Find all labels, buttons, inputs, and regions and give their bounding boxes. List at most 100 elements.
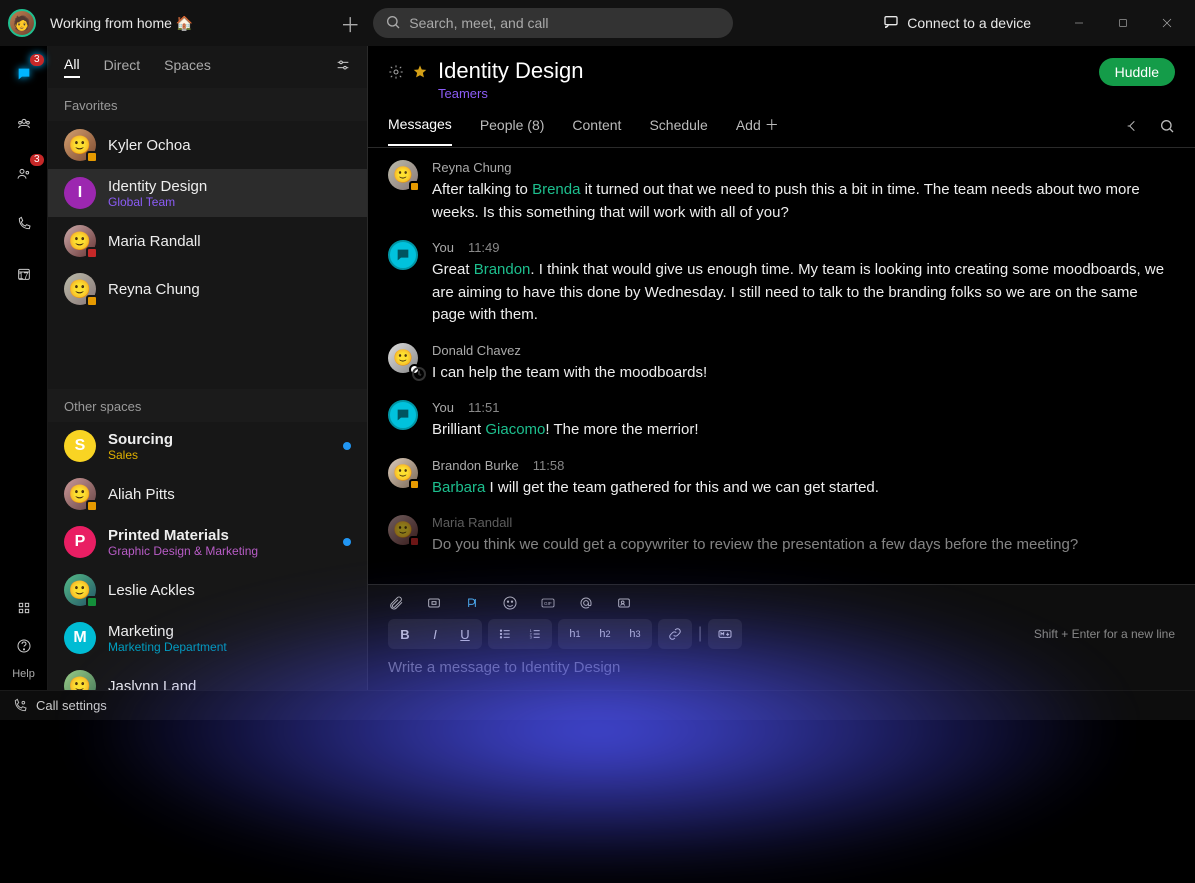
message-author: Brandon Burke11:58 xyxy=(432,458,1175,473)
window-maximize[interactable] xyxy=(1103,7,1143,39)
clock-status-icon xyxy=(409,364,420,375)
sidebar-item-reyna-chung[interactable]: 🙂 Reyna Chung xyxy=(48,265,367,313)
user-avatar[interactable]: 🧑 xyxy=(8,9,36,37)
filter-icon[interactable] xyxy=(335,57,351,78)
status-text[interactable]: Working from home 🏠 xyxy=(50,15,193,32)
conv-tab-schedule[interactable]: Schedule xyxy=(649,117,707,145)
conv-tab-add[interactable]: Add＋ xyxy=(736,115,779,147)
message-time: 11:58 xyxy=(533,458,565,473)
sidebar-item-maria-randall[interactable]: 🙂Maria Randall xyxy=(48,217,367,265)
sidebar-item-title: Identity Design xyxy=(108,178,207,195)
sidebar-item-title: Aliah Pitts xyxy=(108,486,175,503)
sidebar-item-title: Kyler Ochoa xyxy=(108,137,191,154)
message: You11:51Brilliant Giacomo! The more the … xyxy=(388,400,1175,442)
avatar: 🙂 xyxy=(64,273,96,305)
sidebar-item-aliah-pitts[interactable]: 🙂 Aliah Pitts xyxy=(48,470,367,518)
nav-teams[interactable] xyxy=(8,108,40,140)
sidebar-item-subtitle: Graphic Design & Marketing xyxy=(108,544,258,558)
avatar: 🙂 xyxy=(64,129,96,161)
message-avatar: 🙂 xyxy=(388,515,418,545)
message: 🙂 Donald Chavez I can help the team with t… xyxy=(388,343,1175,385)
message-author: Maria Randall xyxy=(432,515,1175,530)
section-other: Other spaces xyxy=(48,389,367,422)
decorative-glow xyxy=(0,600,1195,860)
cast-icon xyxy=(883,14,899,33)
message-author: Reyna Chung xyxy=(432,160,1175,175)
chat-badge: 3 xyxy=(30,54,44,66)
contacts-badge: 3 xyxy=(30,154,44,166)
message-avatar: 🙂 xyxy=(388,458,418,488)
mention[interactable]: Barbara xyxy=(432,479,485,496)
conv-tab-people[interactable]: People (8) xyxy=(480,117,545,145)
presence-status xyxy=(409,536,420,547)
presence-status xyxy=(86,295,98,307)
connect-device-label: Connect to a device xyxy=(907,15,1031,31)
panel-icon[interactable] xyxy=(1125,118,1141,134)
conv-tab-content[interactable]: Content xyxy=(572,117,621,145)
message-author: You11:49 xyxy=(432,240,1175,255)
presence-status xyxy=(409,479,420,490)
presence-status xyxy=(86,151,98,163)
message-text: Do you think we could get a copywriter t… xyxy=(432,534,1175,557)
settings-icon[interactable] xyxy=(388,64,404,80)
search-input[interactable]: Search, meet, and call xyxy=(373,8,733,38)
sidebar-item-title: Reyna Chung xyxy=(108,281,200,298)
unread-dot xyxy=(343,442,351,450)
nav-contacts[interactable]: 3 xyxy=(8,158,40,190)
mention[interactable]: Giacomo xyxy=(485,421,545,438)
message-time: 11:49 xyxy=(468,240,500,255)
new-action-button[interactable]: ＋ xyxy=(335,8,365,38)
section-favorites: Favorites xyxy=(48,88,367,121)
tab-spaces[interactable]: Spaces xyxy=(164,57,211,77)
message-avatar: 🙂 xyxy=(388,160,418,190)
sidebar-item-title: Printed Materials xyxy=(108,527,258,544)
window-close[interactable] xyxy=(1147,7,1187,39)
conv-tab-messages[interactable]: Messages xyxy=(388,116,452,146)
message-text: After talking to Brenda it turned out th… xyxy=(432,179,1175,224)
search-placeholder: Search, meet, and call xyxy=(409,15,548,31)
nav-calls[interactable] xyxy=(8,208,40,240)
message-text: I can help the team with the moodboards! xyxy=(432,362,1175,385)
connect-device-button[interactable]: Connect to a device xyxy=(875,14,1039,33)
search-icon xyxy=(385,14,401,33)
sidebar-item-title: Maria Randall xyxy=(108,233,201,250)
message-author: Donald Chavez xyxy=(432,343,1175,358)
mention[interactable]: Brandon xyxy=(474,261,531,278)
message-avatar: 🙂 xyxy=(388,343,418,373)
message-text: Barbara I will get the team gathered for… xyxy=(432,477,1175,500)
message: 🙂 Reyna Chung After talking to Brenda it t… xyxy=(388,160,1175,224)
message-avatar xyxy=(388,240,418,270)
sidebar-item-subtitle: Sales xyxy=(108,448,173,462)
nav-calendar[interactable]: 17 xyxy=(8,258,40,290)
window-minimize[interactable] xyxy=(1059,7,1099,39)
sidebar-item-subtitle: Global Team xyxy=(108,195,207,209)
message-text: Brilliant Giacomo! The more the merrior! xyxy=(432,419,1175,442)
sidebar-item-printed-materials[interactable]: P Printed MaterialsGraphic Design & Marke… xyxy=(48,518,367,566)
calendar-day: 17 xyxy=(18,271,28,281)
conv-search-icon[interactable] xyxy=(1159,118,1175,134)
message-avatar xyxy=(388,400,418,430)
avatar: I xyxy=(64,177,96,209)
avatar: 🙂 xyxy=(64,478,96,510)
message-text: Great Brandon. I think that would give u… xyxy=(432,259,1175,327)
favorite-star-icon[interactable] xyxy=(412,64,428,80)
conversation-team[interactable]: Teamers xyxy=(438,86,584,101)
sidebar-item-identity-design[interactable]: I Identity DesignGlobal Team xyxy=(48,169,367,217)
message-time: 11:51 xyxy=(468,400,500,415)
tab-all[interactable]: All xyxy=(64,56,80,78)
presence-status xyxy=(86,247,98,259)
sidebar-item-kyler-ochoa[interactable]: 🙂 Kyler Ochoa xyxy=(48,121,367,169)
nav-chat[interactable]: 3 xyxy=(8,58,40,90)
avatar: P xyxy=(64,526,96,558)
message: 🙂 Brandon Burke11:58 Barbara I will get th… xyxy=(388,458,1175,500)
mention[interactable]: Brenda xyxy=(532,181,580,198)
sidebar-item-sourcing[interactable]: S SourcingSales xyxy=(48,422,367,470)
message: You11:49 Great Brandon. I think that woul… xyxy=(388,240,1175,327)
huddle-button[interactable]: Huddle xyxy=(1099,58,1175,86)
presence-status xyxy=(409,181,420,192)
tab-direct[interactable]: Direct xyxy=(104,57,141,77)
conversation-title: Identity Design xyxy=(438,58,584,84)
message: 🙂 Maria Randall Do you think we could get … xyxy=(388,515,1175,557)
avatar: S xyxy=(64,430,96,462)
sidebar-item-title: Sourcing xyxy=(108,431,173,448)
